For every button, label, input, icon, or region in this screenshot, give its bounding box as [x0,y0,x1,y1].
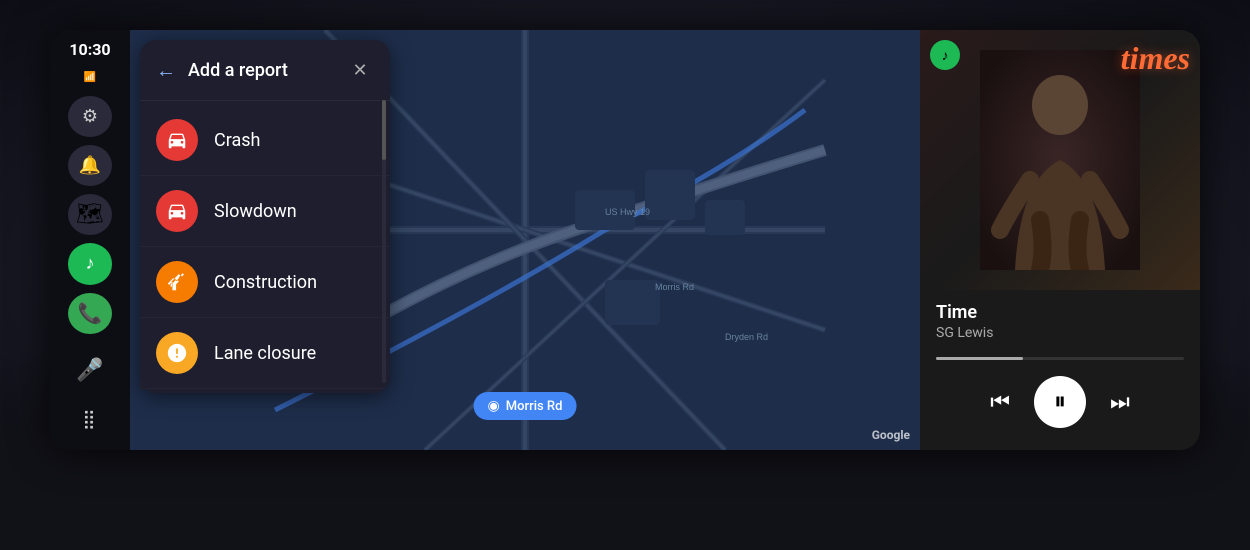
map-area: US Hwy 19 Morris Rd Dryden Rd ← Add a re… [130,30,920,450]
clock: 10:30 [69,40,110,59]
location-name: Morris Rd [506,399,563,414]
report-item-slowdown[interactable]: Slowdown [140,176,390,247]
signal-icon: 📶 [84,72,96,83]
progress-bar[interactable] [936,357,1184,360]
prev-button[interactable]: ⏮ [990,389,1010,415]
lane-closure-label: Lane closure [214,343,316,364]
crash-label: Crash [214,130,260,151]
slowdown-label: Slowdown [214,201,297,222]
construction-icon [156,261,198,303]
spotify-logo: ♪ [930,40,960,70]
maps-icon: 🗺 [76,202,104,227]
close-button[interactable]: ✕ [346,56,374,84]
svg-text:Morris Rd: Morris Rd [655,282,694,292]
spotify-icon: ♪ [86,253,95,274]
sidebar-phone-button[interactable]: 📞 [68,293,112,334]
sidebar: 10:30 📶 ⚙ 🔔 🗺 ♪ 📞 🎤 ⣿ [50,30,130,450]
sidebar-spotify-button[interactable]: ♪ [68,243,112,284]
music-controls: ⏮ ⏸ ⏭ [920,368,1200,444]
sidebar-mic-button[interactable]: 🎤 [68,350,112,391]
report-items-list: Crash Slowdown C [140,101,390,393]
mic-icon: 🎤 [76,358,103,383]
sidebar-maps-button[interactable]: 🗺 [68,194,112,235]
crash-icon [156,119,198,161]
artist-name: SG Lewis [936,325,1184,341]
music-player: ♪ times [920,30,1200,450]
back-button[interactable]: ← [156,58,176,83]
play-pause-button[interactable]: ⏸ [1034,376,1086,428]
spotify-icon-music: ♪ [942,47,949,64]
main-screen: 10:30 📶 ⚙ 🔔 🗺 ♪ 📞 🎤 ⣿ [50,30,1200,450]
report-header: ← Add a report ✕ [140,40,390,101]
album-art: ♪ times [920,30,1200,290]
music-info: Time SG Lewis [920,290,1200,349]
report-dialog: ← Add a report ✕ Crash [140,40,390,393]
location-icon: ◉ [488,398,500,414]
scrollbar[interactable] [382,100,386,383]
phone-icon: 📞 [78,301,103,325]
album-title-overlay: times [1121,40,1190,77]
lane-closure-icon [156,332,198,374]
next-button[interactable]: ⏭ [1110,389,1130,415]
svg-text:Dryden Rd: Dryden Rd [725,332,768,342]
report-item-crash[interactable]: Crash [140,105,390,176]
progress-fill [936,357,1023,360]
report-dialog-title: Add a report [188,60,334,81]
svg-text:US Hwy 19: US Hwy 19 [605,207,650,217]
location-badge[interactable]: ◉ Morris Rd [474,392,577,420]
status-bar: 📶 [84,72,96,83]
settings-icon: ⚙ [82,106,98,127]
slowdown-icon [156,190,198,232]
song-title: Time [936,302,1184,323]
album-art-figure [980,50,1140,270]
scroll-thumb [382,100,386,160]
grid-icon: ⣿ [82,409,97,430]
sidebar-sound-button[interactable]: 🔔 [68,145,112,186]
report-item-lane-closure[interactable]: Lane closure [140,318,390,389]
sidebar-apps-button[interactable]: ⣿ [68,399,112,440]
construction-label: Construction [214,272,317,293]
google-watermark: Google [872,428,910,442]
sound-icon: 🔔 [79,155,101,176]
report-item-construction[interactable]: Construction [140,247,390,318]
sidebar-settings-button[interactable]: ⚙ [68,96,112,137]
